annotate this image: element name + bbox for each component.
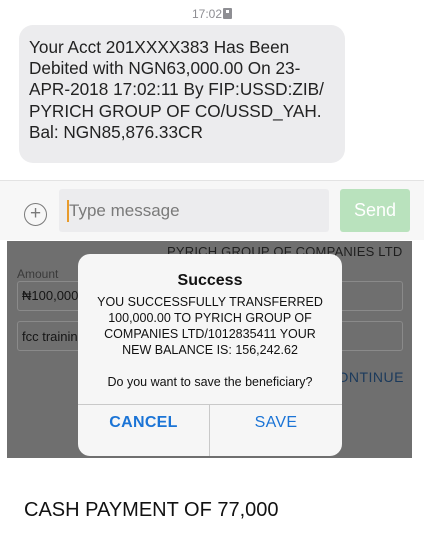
- success-dialog: Success YOU SUCCESSFULLY TRANSFERRED 100…: [78, 254, 342, 456]
- text-caret: [67, 200, 69, 222]
- cancel-button[interactable]: CANCEL: [78, 405, 210, 456]
- save-button[interactable]: SAVE: [210, 405, 342, 456]
- message-timestamp: 17:02: [0, 7, 424, 21]
- sms-text: Your Acct 201XXXX383 Has Been Debited wi…: [29, 37, 324, 142]
- caption-text: CASH PAYMENT OF 77,000: [24, 499, 279, 521]
- screenshot-root: 17:02 Your Acct 201XXXX383 Has Been Debi…: [0, 0, 424, 536]
- send-button[interactable]: Send: [340, 189, 410, 232]
- dialog-actions: CANCEL SAVE: [78, 404, 342, 456]
- narration-value: fcc training: [22, 329, 85, 344]
- amount-value: ₦100,000: [22, 288, 79, 303]
- sms-thread: 17:02 Your Acct 201XXXX383 Has Been Debi…: [0, 0, 424, 180]
- timestamp-text: 17:02: [191, 7, 223, 21]
- sms-bubble: Your Acct 201XXXX383 Has Been Debited wi…: [19, 25, 345, 163]
- dialog-question: Do you want to save the beneficiary?: [107, 375, 313, 389]
- sim-icon: [223, 8, 233, 19]
- plus-circle-icon[interactable]: +: [24, 203, 47, 226]
- bank-app-screen: PYRICH GROUP OF COMPANIES LTD Amount ₦10…: [7, 241, 412, 458]
- dialog-message: YOU SUCCESSFULLY TRANSFERRED 100,000.00 …: [97, 295, 323, 357]
- message-composer: + Send: [0, 180, 424, 240]
- amount-label: Amount: [17, 267, 59, 281]
- message-input[interactable]: [59, 189, 329, 232]
- dialog-title: Success: [177, 272, 243, 289]
